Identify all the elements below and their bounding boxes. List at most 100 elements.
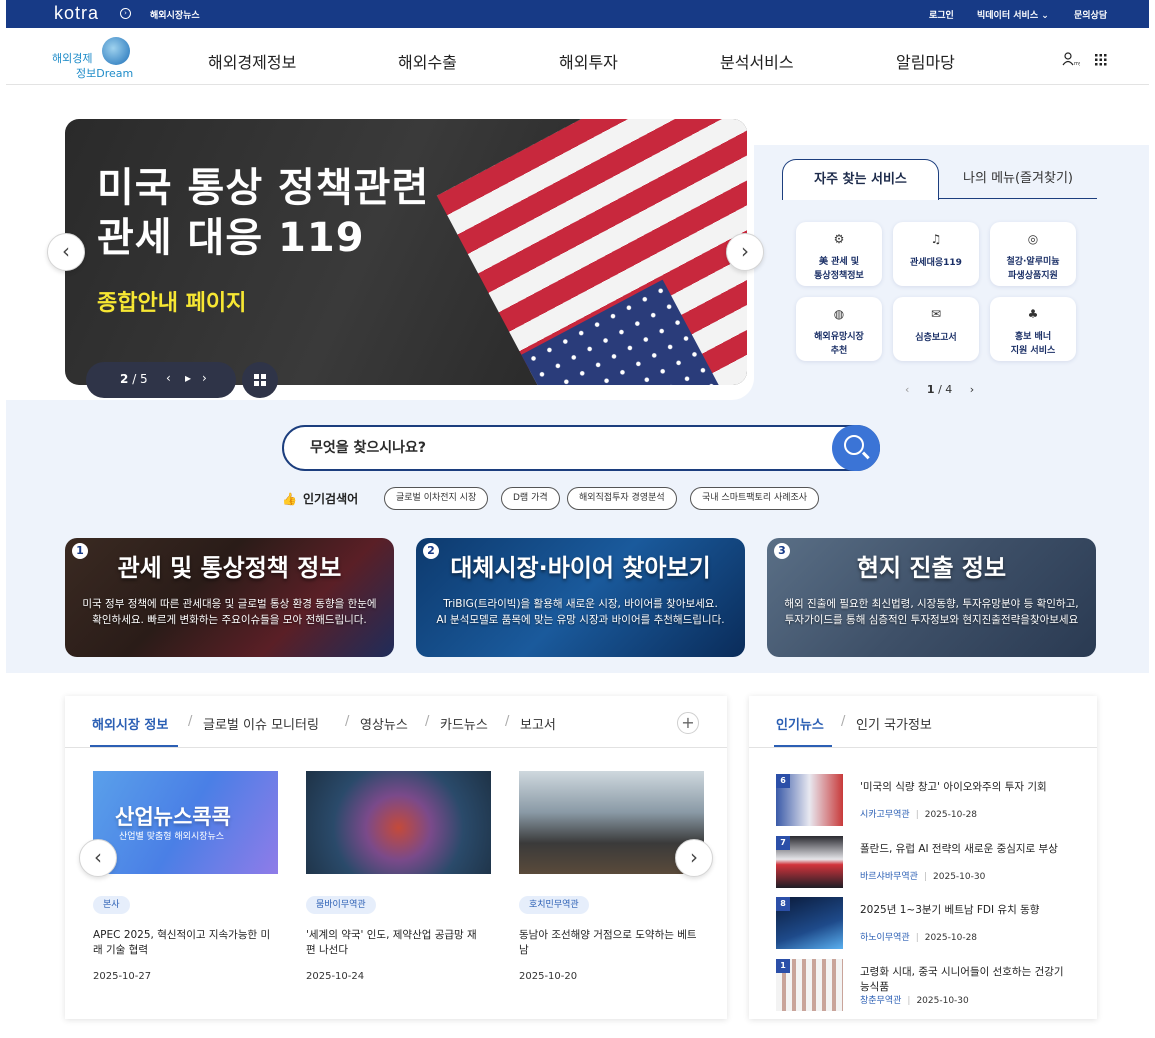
site-logo[interactable]: 해외경제 정보Dream	[50, 36, 150, 80]
top-bar: kotra › 해외시장뉴스 로그인 빅데이터 서비스 ⌄ 문의상담	[6, 0, 1149, 28]
market-tabs: 해외시장 정보 / 글로벌 이슈 모니터링 / 영상뉴스 / 카드뉴스 / 보고…	[65, 696, 727, 748]
popular-news-item[interactable]: 8 2025년 1~3분기 베트남 FDI 유치 동향 하노이무역관 | 2025-…	[776, 897, 1076, 952]
svg-text:my: my	[1074, 61, 1080, 66]
popular-news-item[interactable]: 7 폴란드, 유럽 AI 전략의 새로운 중심지로 부상 바르샤바무역관 | 202…	[776, 836, 1076, 891]
banner-next-button[interactable]: ›	[726, 233, 764, 271]
service-promo-banner[interactable]: ♣ 홍보 배너 지원 서비스	[990, 297, 1076, 361]
nav-export[interactable]: 해외수출	[398, 49, 457, 73]
news-card[interactable]: 뭄바이무역관 '세계의 약국' 인도, 제약산업 공급망 재편 나선다 2025…	[306, 771, 491, 982]
banner-current: 2	[120, 372, 129, 386]
promo-desc: TriBIG(트라이빅)을 활용해 새로운 시장, 바이어를 찾아보세요. AI…	[422, 596, 739, 628]
nav-analysis[interactable]: 분석서비스	[720, 49, 794, 73]
tab-popular-country[interactable]: 인기 국가정보	[856, 714, 932, 733]
service-steel-aluminum[interactable]: ◎ 철강·알루미늄 파생상품지원	[990, 222, 1076, 286]
news-title: 동남아 조선해양 거점으로 도약하는 베트남	[519, 929, 697, 956]
logo-line1: 해외경제	[52, 52, 93, 65]
thumb-title: 산업뉴스콕콕	[115, 805, 231, 829]
tab-video-news[interactable]: 영상뉴스	[360, 714, 408, 733]
news-title: APEC 2025, 혁신적이고 지속가능한 미래 기술 협력	[93, 929, 271, 956]
pager-prev-icon[interactable]: ‹	[166, 371, 171, 385]
nav-investment[interactable]: 해외투자	[559, 49, 618, 73]
thumb-subtitle: 산업별 맞춤형 해외시장뉴스	[119, 832, 225, 842]
keyword-chip[interactable]: 해외직접투자 경영분석	[567, 487, 677, 510]
promo-title: 관세 및 통상정책 정보	[117, 554, 342, 582]
banner-counter: 2 / 5	[120, 372, 148, 386]
popular-meta: 바르샤바무역관 | 2025-10-30	[860, 872, 986, 882]
keyword-chip[interactable]: 국내 스마트팩토리 사례조사	[690, 487, 820, 510]
service-pager: ‹ 1 / 4 ›	[905, 383, 974, 396]
nav-overseas-economy[interactable]: 해외경제정보	[208, 49, 296, 73]
promo-card-tariff[interactable]: 1 관세 및 통상정책 정보 미국 정부 정책에 따른 관세대응 및 글로벌 통…	[65, 538, 394, 657]
popular-org: 하노이무역관	[860, 933, 910, 943]
popular-news-item[interactable]: 1 고령화 시대, 중국 시니어들이 선호하는 건강기능식품 창춘무역관 | 202…	[776, 959, 1076, 1014]
tab-my-menu[interactable]: 나의 메뉴(즐겨찾기)	[939, 159, 1097, 199]
news-tag: 뭄바이무역관	[306, 896, 376, 914]
news-prev-button[interactable]: ‹	[79, 839, 117, 877]
big-data-icon: ◍	[833, 307, 845, 321]
popular-news-item[interactable]: 6 '미국의 식량 창고' 아이오와주의 투자 기회 시카고무역관 | 2025-1…	[776, 774, 1076, 829]
service-tariff-119[interactable]: ♫ 관세대응119	[893, 222, 979, 286]
popular-tabs: 인기뉴스 / 인기 국가정보	[749, 696, 1097, 748]
tab-market-info[interactable]: 해외시장 정보	[92, 714, 168, 733]
popular-title: 고령화 시대, 중국 시니어들이 선호하는 건강기능식품	[860, 966, 1064, 993]
promo-card-buyer[interactable]: 2 대체시장·바이어 찾아보기 TriBIG(트라이빅)을 활용해 새로운 시장…	[416, 538, 745, 657]
siren-icon: ♫	[930, 232, 942, 246]
popular-rank: 1	[776, 959, 790, 973]
more-plus-button[interactable]: +	[677, 712, 699, 734]
search-icon	[844, 435, 864, 455]
promo-card-local[interactable]: 3 현지 진출 정보 해외 진출에 필요한 최신법령, 시장동향, 투자유망분야…	[767, 538, 1096, 657]
news-card[interactable]: 산업뉴스콕콕 산업별 맞춤형 해외시장뉴스 본사 APEC 2025, 혁신적이…	[93, 771, 278, 982]
main-banner[interactable]: 미국 통상 정책관련 관세 대응 119 종합안내 페이지	[65, 119, 747, 385]
user-icon[interactable]: my	[1062, 52, 1080, 66]
banner-grid-button[interactable]	[242, 362, 278, 398]
promo-desc-line1: 해외 진출에 필요한 최신법령, 시장동향, 투자유망분야 등 확인하고,	[784, 598, 1079, 610]
keyword-chip[interactable]: D램 가격	[501, 487, 560, 510]
banner-prev-button[interactable]: ‹	[47, 233, 85, 271]
popular-date: 2025-10-28	[924, 810, 978, 820]
all-menu-grid-icon[interactable]	[1095, 54, 1107, 66]
pager-next-icon[interactable]: ›	[202, 371, 207, 385]
service-us-tariff[interactable]: ⚙ 美 관세 및 통상정책정보	[796, 222, 882, 286]
nav-notice[interactable]: 알림마당	[896, 49, 955, 73]
pager-play-icon[interactable]: ▸	[185, 371, 191, 385]
service-promising-markets[interactable]: ◍ 해외유망시장 추천	[796, 297, 882, 361]
popular-thumbnail: 8	[776, 897, 843, 949]
news-tag: 호치민무역관	[519, 896, 589, 914]
news-thumbnail	[306, 771, 491, 874]
popular-thumbnail: 1	[776, 959, 843, 1011]
service-in-depth-report[interactable]: ✉ 심층보고서	[893, 297, 979, 361]
tab-frequent-services[interactable]: 자주 찾는 서비스	[782, 159, 939, 200]
popular-date: 2025-10-30	[916, 996, 969, 1006]
active-tab-underline	[90, 745, 178, 747]
news-date: 2025-10-24	[306, 971, 365, 982]
service-label: 홍보 배너 지원 서비스	[1010, 332, 1056, 356]
popular-title: '미국의 식량 창고' 아이오와주의 투자 기회	[860, 781, 1047, 793]
news-next-button[interactable]: ›	[675, 839, 713, 877]
popular-thumbnail: 6	[776, 774, 843, 826]
service-prev-icon[interactable]: ‹	[905, 383, 909, 396]
popular-label-text: 인기검색어	[302, 492, 359, 506]
popular-rank: 7	[776, 836, 790, 850]
tab-card-news[interactable]: 카드뉴스	[440, 714, 488, 733]
login-link[interactable]: 로그인	[929, 8, 954, 21]
overseas-news-link[interactable]: 해외시장뉴스	[150, 8, 200, 21]
bigdata-service-menu[interactable]: 빅데이터 서비스 ⌄	[977, 8, 1049, 21]
kotra-logo[interactable]: kotra	[54, 3, 99, 24]
keyword-chip[interactable]: 글로벌 이차전지 시장	[384, 487, 489, 510]
popular-news-panel: 인기뉴스 / 인기 국가정보 6 '미국의 식량 창고' 아이오와주의 투자 기…	[749, 696, 1097, 1019]
popular-title: 2025년 1~3분기 베트남 FDI 유치 동향	[860, 904, 1040, 916]
active-tab-underline	[774, 745, 832, 747]
tab-popular-news[interactable]: 인기뉴스	[776, 714, 824, 733]
popular-org: 창춘무역관	[860, 996, 902, 1006]
circle-arrow-icon[interactable]: ›	[120, 8, 131, 19]
service-next-icon[interactable]: ›	[970, 383, 974, 396]
search-button[interactable]	[832, 425, 880, 471]
site-header: 해외경제 정보Dream 해외경제정보 해외수출 해외투자 분석서비스 알림마당…	[6, 28, 1149, 85]
promo-desc-line2: 확인하세요. 빠르게 변화하는 주요이슈들을 모아 전해드립니다.	[92, 614, 367, 626]
inquiry-link[interactable]: 문의상담	[1074, 8, 1107, 21]
promo-title: 현지 진출 정보	[856, 554, 1007, 582]
search-input[interactable]	[310, 437, 790, 459]
popular-org: 바르샤바무역관	[860, 872, 918, 882]
tab-reports[interactable]: 보고서	[520, 714, 556, 733]
tab-global-issue[interactable]: 글로벌 이슈 모니터링	[203, 714, 319, 733]
